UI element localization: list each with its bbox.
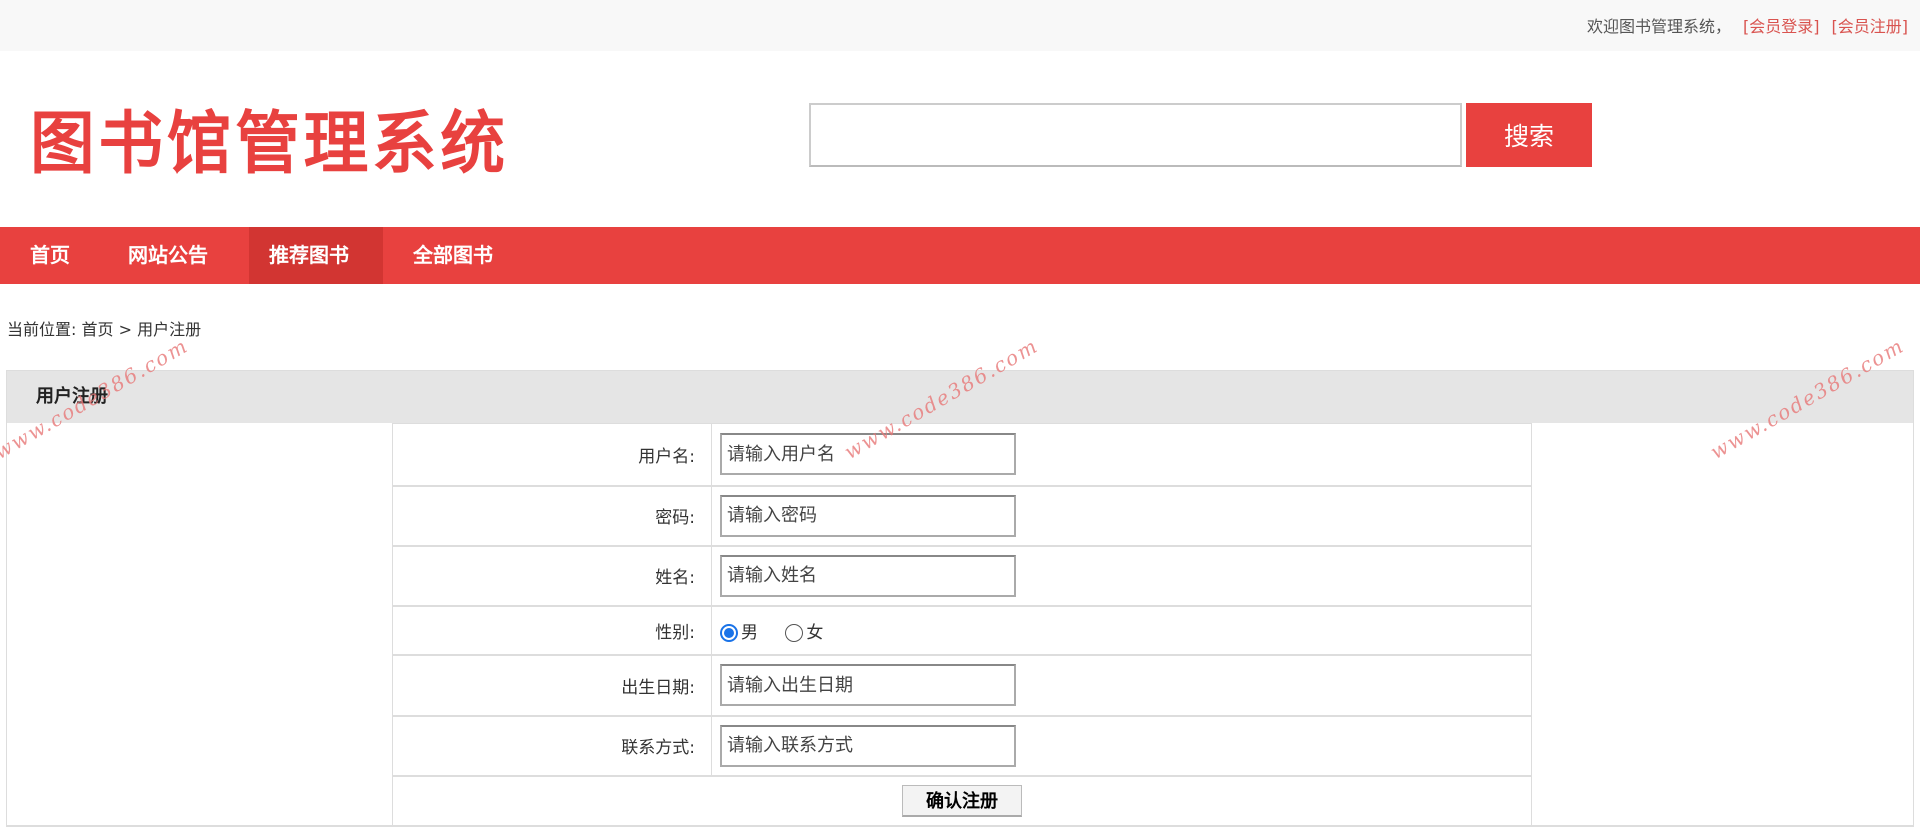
nav-all-books[interactable]: 全部图书: [393, 227, 513, 284]
name-input[interactable]: [720, 554, 1016, 597]
password-input[interactable]: [720, 494, 1016, 537]
breadcrumb-home[interactable]: 首页: [82, 320, 114, 339]
breadcrumb-current: 用户注册: [137, 320, 202, 339]
confirm-register-button[interactable]: 确认注册: [902, 784, 1022, 817]
breadcrumb: 当前位置: 首页 > 用户注册: [7, 316, 201, 340]
contact-input[interactable]: [720, 724, 1016, 767]
password-label: 密码:: [392, 485, 712, 547]
gender-label: 性别:: [392, 605, 712, 656]
logo[interactable]: 图书馆管理系统: [30, 88, 509, 187]
gender-female-label: 女: [806, 622, 824, 643]
member-register-link[interactable]: [会员注册]: [1832, 17, 1909, 36]
register-panel: 用户注册 用户名: 密码: 姓名: 性别: 男 女 出生日期: 联系方式: 确认…: [6, 370, 1914, 827]
register-form: 用户名: 密码: 姓名: 性别: 男 女 出生日期: 联系方式: 确认注册: [392, 423, 1532, 827]
contact-label: 联系方式:: [392, 715, 712, 777]
gender-male-radio[interactable]: [720, 623, 738, 642]
username-label: 用户名:: [392, 423, 712, 487]
gender-female-radio[interactable]: [785, 623, 804, 642]
member-login-link[interactable]: [会员登录]: [1743, 17, 1820, 36]
breadcrumb-prefix: 当前位置:: [7, 320, 77, 339]
top-bar: 欢迎图书管理系统， [会员登录] [会员注册]: [0, 0, 1920, 51]
nav-recommended-books[interactable]: 推荐图书: [249, 227, 383, 284]
name-label: 姓名:: [392, 545, 712, 607]
birthday-label: 出生日期:: [392, 654, 712, 717]
welcome-text: 欢迎图书管理系统，: [1586, 17, 1731, 36]
main-nav: 首页 网站公告 推荐图书 全部图书: [0, 227, 1920, 284]
birthday-input[interactable]: [720, 664, 1016, 706]
nav-announcements[interactable]: 网站公告: [108, 227, 228, 284]
search-button[interactable]: 搜索: [1466, 103, 1592, 167]
nav-home[interactable]: 首页: [10, 227, 90, 284]
search-input[interactable]: [809, 103, 1462, 167]
gender-male-label: 男: [741, 622, 758, 643]
breadcrumb-separator: >: [118, 320, 133, 339]
